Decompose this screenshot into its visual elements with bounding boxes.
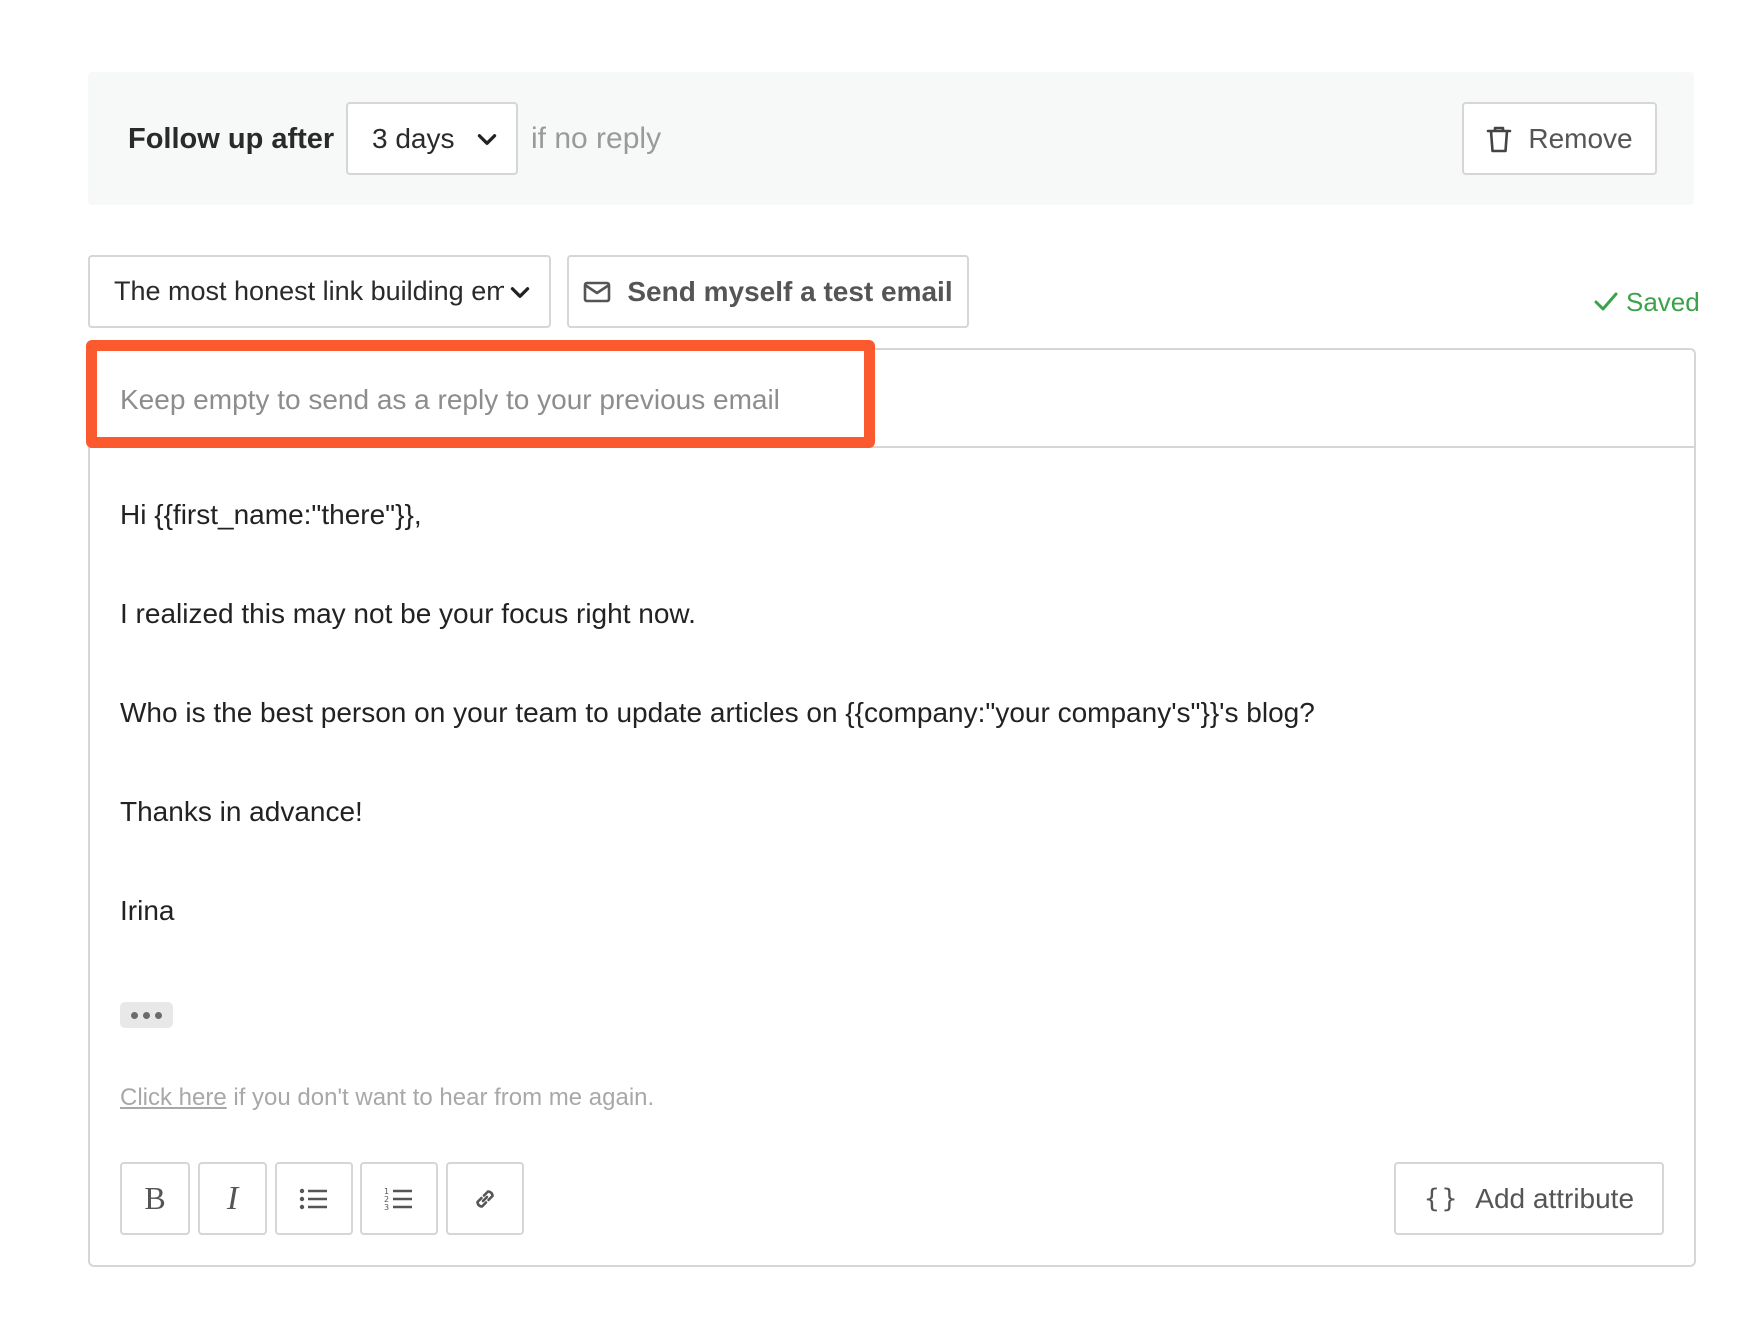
ellipsis-icon bbox=[155, 1011, 162, 1019]
body-line-signature[interactable]: Irina bbox=[120, 891, 174, 931]
body-line-4[interactable]: Thanks in advance! bbox=[120, 792, 363, 832]
send-test-email-label: Send myself a test email bbox=[627, 275, 953, 307]
numbered-list-button[interactable]: 123 bbox=[360, 1162, 438, 1235]
body-line-2[interactable]: I realized this may not be your focus ri… bbox=[120, 594, 696, 634]
saved-status: Saved bbox=[1594, 284, 1700, 320]
ellipsis-icon bbox=[131, 1011, 138, 1019]
numbered-list-icon: 123 bbox=[384, 1187, 412, 1212]
body-line-greeting[interactable]: Hi {{first_name:"there"}}, bbox=[120, 495, 422, 535]
bullet-list-button[interactable] bbox=[275, 1162, 353, 1235]
link-icon bbox=[476, 1189, 494, 1208]
ellipsis-icon bbox=[143, 1011, 150, 1019]
chevron-down-icon bbox=[477, 133, 497, 145]
check-icon bbox=[1594, 292, 1618, 311]
remove-label: Remove bbox=[1528, 122, 1633, 154]
followup-delay-select[interactable]: 3 days bbox=[346, 102, 518, 175]
followup-condition: if no reply bbox=[531, 122, 662, 155]
subject-highlight-annotation bbox=[86, 340, 875, 448]
template-select[interactable]: The most honest link building email bbox=[88, 255, 551, 328]
add-attribute-label: Add attribute bbox=[1475, 1182, 1635, 1214]
svg-text:3: 3 bbox=[384, 1203, 389, 1212]
body-line-3[interactable]: Who is the best person on your team to u… bbox=[120, 693, 1315, 733]
envelope-icon bbox=[584, 281, 611, 302]
bold-icon: B bbox=[144, 1180, 166, 1216]
bold-button[interactable]: B bbox=[120, 1162, 190, 1235]
unsubscribe-line: Click here if you don't want to hear fro… bbox=[120, 1082, 654, 1114]
link-button[interactable] bbox=[446, 1162, 524, 1235]
remove-button[interactable]: Remove bbox=[1462, 102, 1657, 175]
template-select-value: The most honest link building email bbox=[114, 276, 504, 306]
send-test-email-button[interactable]: Send myself a test email bbox=[567, 255, 969, 328]
followup-label: Follow up after bbox=[128, 123, 335, 155]
chevron-down-icon bbox=[510, 286, 530, 298]
show-quoted-text-button[interactable] bbox=[120, 1002, 173, 1028]
unsubscribe-link[interactable]: Click here bbox=[120, 1084, 227, 1111]
italic-button[interactable]: I bbox=[198, 1162, 267, 1235]
italic-icon: I bbox=[226, 1179, 239, 1217]
trash-icon bbox=[1487, 126, 1512, 152]
followup-delay-value: 3 days bbox=[372, 122, 455, 154]
saved-status-text: Saved bbox=[1626, 287, 1700, 317]
unsubscribe-text: if you don't want to hear from me again. bbox=[226, 1084, 655, 1111]
bullet-list-icon bbox=[299, 1188, 327, 1209]
braces-icon: {} bbox=[1423, 1183, 1460, 1214]
add-attribute-button[interactable]: {} Add attribute bbox=[1394, 1162, 1664, 1235]
